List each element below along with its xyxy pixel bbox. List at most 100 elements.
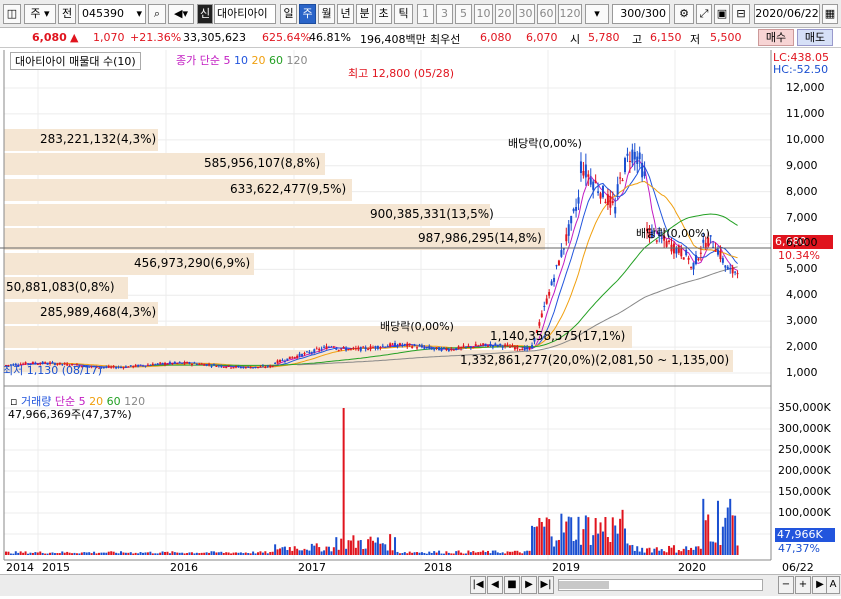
volume-bar xyxy=(562,532,565,555)
interval-60[interactable]: 60 xyxy=(537,4,556,24)
buy-button[interactable]: 매수 xyxy=(758,29,794,46)
volume-bar xyxy=(354,547,357,555)
interval-120[interactable]: 120 xyxy=(558,4,582,24)
volume-bar xyxy=(518,552,521,555)
interval-30[interactable]: 30 xyxy=(516,4,535,24)
interval-20[interactable]: 20 xyxy=(495,4,514,24)
volume-bar xyxy=(210,551,213,555)
market-select[interactable]: 주 ▾ xyxy=(24,4,56,24)
volume: 33,305,623 xyxy=(183,31,246,44)
interval-10[interactable]: 10 xyxy=(474,4,493,24)
price-panel-title[interactable]: 대아티아이 매물대 수(10) xyxy=(10,52,141,70)
volume-bar xyxy=(548,519,551,555)
play-reverse-icon[interactable]: ◀ xyxy=(487,576,503,594)
volume-bar xyxy=(381,543,384,555)
candle xyxy=(398,343,401,346)
candle xyxy=(354,348,357,350)
interval-5[interactable]: 5 xyxy=(455,4,472,24)
candle xyxy=(557,260,560,266)
volume-bar xyxy=(401,553,404,555)
high-label: 고 xyxy=(632,33,643,46)
period-tick[interactable]: 틱 xyxy=(394,4,413,24)
interval-dropdown[interactable]: ▾ xyxy=(585,4,609,24)
stop-icon[interactable]: ■ xyxy=(504,576,520,594)
volume-stat: 47,966,369주(47,37%) xyxy=(8,408,132,421)
volume-bar xyxy=(374,542,377,555)
candle xyxy=(164,362,167,365)
candle xyxy=(279,359,282,362)
volume-bar xyxy=(631,544,634,555)
volume-bar xyxy=(614,525,617,555)
volume-bar xyxy=(347,540,350,555)
candle xyxy=(234,366,237,368)
prefix-button[interactable]: 전 xyxy=(58,4,76,24)
period-week[interactable]: 주 xyxy=(299,4,316,24)
window-menu-icon[interactable]: ◫ xyxy=(3,4,21,24)
up-arrow-icon: ▲ xyxy=(70,31,79,44)
sell-button[interactable]: 매도 xyxy=(797,29,833,46)
best-ask: 6,080 xyxy=(480,31,512,44)
volume-bar xyxy=(611,517,614,555)
scroll-start-icon[interactable]: |◀ xyxy=(470,576,486,594)
chevron-down-icon[interactable]: ▾ xyxy=(136,5,142,23)
settings-icon[interactable]: ⚙ xyxy=(674,4,694,24)
scroll-end-icon[interactable]: ▶| xyxy=(538,576,554,594)
scrollbar-thumb[interactable] xyxy=(559,581,609,589)
volume-bar xyxy=(188,552,191,555)
candle xyxy=(132,365,135,368)
volume-bar xyxy=(482,550,485,555)
volume-bar xyxy=(14,551,17,555)
calendar-icon[interactable]: ▦ xyxy=(822,4,838,24)
ma60-label: 60 xyxy=(268,54,283,67)
volume-bar xyxy=(237,552,240,555)
period-second[interactable]: 초 xyxy=(375,4,392,24)
period-minute[interactable]: 분 xyxy=(356,4,373,24)
period-day[interactable]: 일 xyxy=(280,4,297,24)
volume-bar xyxy=(670,547,673,555)
zoom-out-icon[interactable]: − xyxy=(778,576,794,594)
stock-code-input[interactable]: 045390 ▾ xyxy=(78,4,146,24)
zoom-in-icon[interactable]: + xyxy=(795,576,811,594)
speaker-icon[interactable]: ◀▾ xyxy=(168,4,194,24)
candle xyxy=(643,171,646,176)
volume-bar xyxy=(394,537,397,555)
candle xyxy=(501,346,504,348)
time-scrollbar[interactable] xyxy=(558,579,763,591)
text-size-icon[interactable]: A xyxy=(826,576,840,594)
volume-bar xyxy=(110,551,113,555)
volume-bar xyxy=(217,552,220,555)
volume-bar xyxy=(225,552,228,555)
interval-1[interactable]: 1 xyxy=(417,4,434,24)
date-input[interactable]: 2020/06/22 xyxy=(754,4,820,24)
candle xyxy=(193,362,196,364)
volume-bar xyxy=(694,546,697,555)
period-month[interactable]: 월 xyxy=(318,4,335,24)
play-icon[interactable]: ▶ xyxy=(521,576,537,594)
x-label-2020: 2020 xyxy=(678,561,706,574)
candle xyxy=(349,348,352,350)
candle xyxy=(296,355,299,358)
price-y-tick: 2,000 xyxy=(786,340,818,354)
search-icon[interactable]: ⌕ xyxy=(148,4,166,24)
candle xyxy=(159,362,162,364)
candle xyxy=(352,347,355,349)
save-icon[interactable]: ▣ xyxy=(714,4,730,24)
candle xyxy=(305,351,308,353)
candle xyxy=(274,362,277,364)
candle xyxy=(386,345,389,347)
candle xyxy=(195,363,198,365)
volume-bar xyxy=(296,548,299,555)
candle xyxy=(252,367,255,369)
candle xyxy=(188,362,191,364)
volume-bar xyxy=(367,539,370,555)
candle xyxy=(266,365,269,367)
volume-bar xyxy=(467,550,470,555)
period-year[interactable]: 년 xyxy=(337,4,354,24)
candle xyxy=(567,224,570,236)
line-tool-icon[interactable]: ⤢ xyxy=(696,4,712,24)
interval-3[interactable]: 3 xyxy=(436,4,453,24)
grid-icon[interactable]: ⊟ xyxy=(732,4,750,24)
volume-bar xyxy=(208,552,211,555)
candle xyxy=(340,348,343,350)
count-input[interactable]: 300/300 xyxy=(612,4,670,24)
